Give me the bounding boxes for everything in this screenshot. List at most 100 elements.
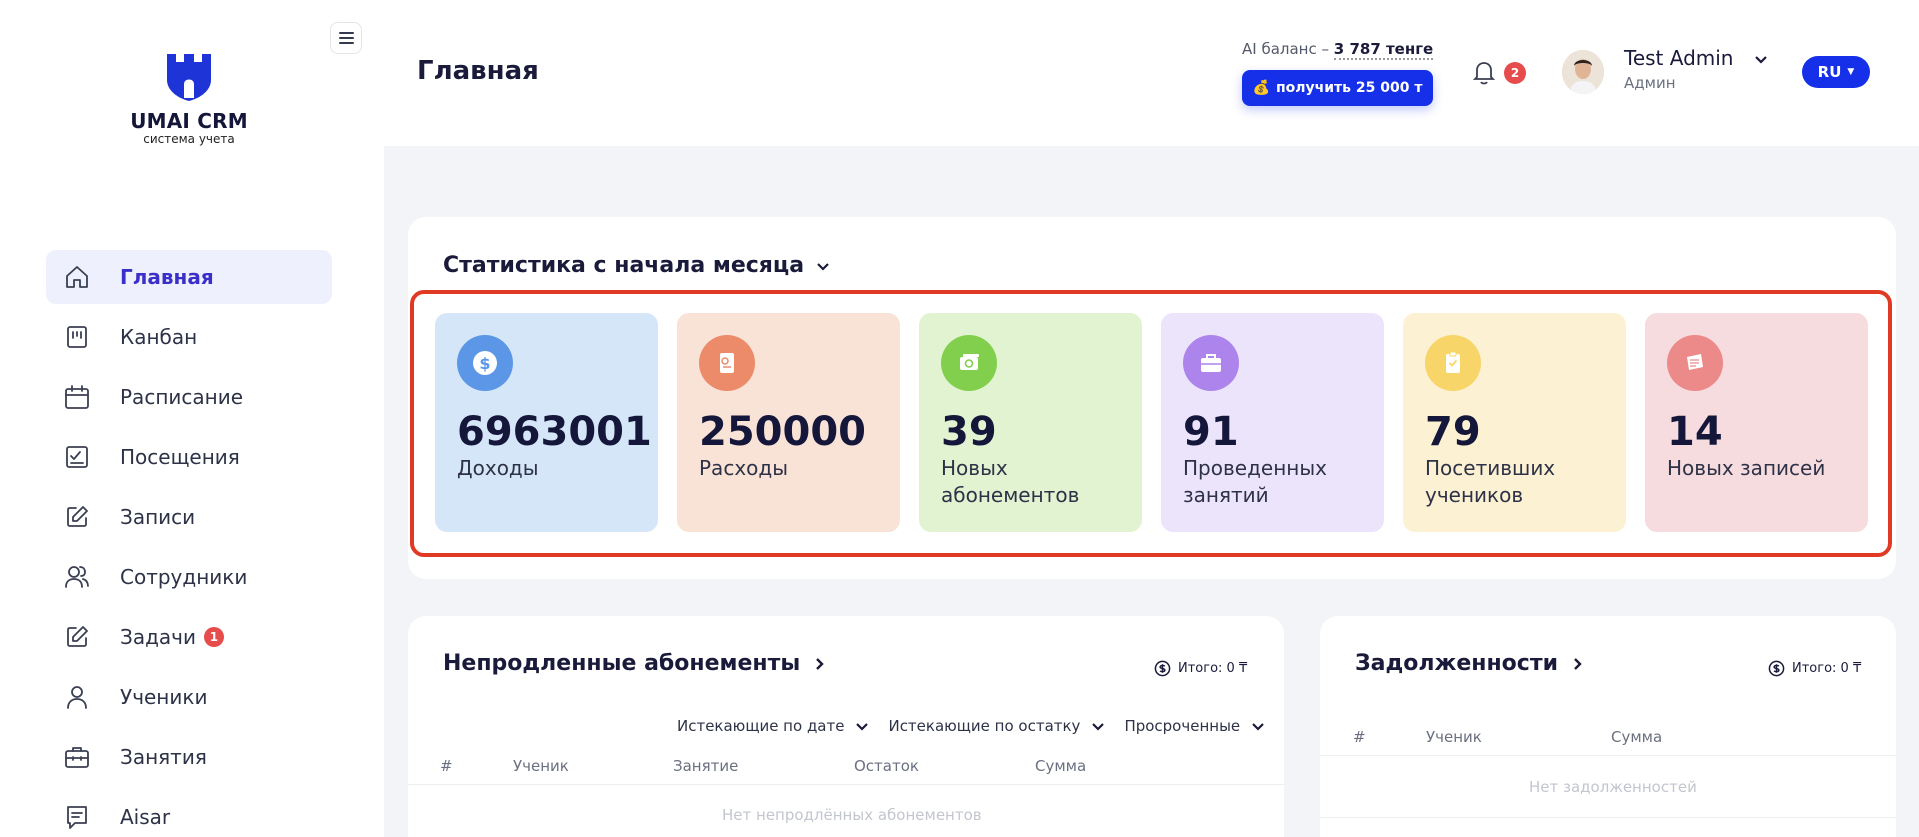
caret-down-icon: ▼: [1847, 67, 1855, 77]
stat-icon-circle: [941, 335, 997, 391]
receipt-icon: [720, 353, 734, 373]
logo-subtitle: система учета: [143, 132, 235, 146]
sidebar-item-tasks[interactable]: Задачи 1: [46, 610, 332, 664]
page-title: Главная: [417, 56, 539, 86]
stat-value: 79: [1425, 409, 1481, 455]
column-header: Остаток: [854, 757, 919, 775]
coin-icon: [1154, 660, 1171, 677]
rook-logo-icon: [167, 54, 211, 101]
sidebar-item-kanban[interactable]: Канбан: [46, 310, 332, 364]
money-icon: [960, 354, 979, 370]
stats-period-dropdown[interactable]: Статистика с начала месяца: [443, 253, 832, 278]
stat-tile-income[interactable]: $ 6963001 Доходы: [435, 313, 658, 532]
chevron-down-icon: [1252, 723, 1264, 731]
sidebar: UMAI CRM система учета Главная Канбан Ра…: [0, 0, 384, 837]
filter-label: Истекающие по остатку: [888, 717, 1081, 735]
sidebar-item-aisar[interactable]: Aisar: [46, 790, 332, 837]
sidebar-item-label: Сотрудники: [120, 565, 248, 589]
sidebar-item-home[interactable]: Главная: [46, 250, 332, 304]
column-header: Занятие: [673, 757, 739, 775]
stat-tile-expenses[interactable]: 250000 Расходы: [677, 313, 900, 532]
stat-label: Расходы: [699, 456, 789, 480]
debts-total: Итого: 0 ₸: [1768, 660, 1861, 677]
unrenewed-filters: Истекающие по дате Истекающие по остатку…: [677, 717, 1266, 735]
notifications-badge: 2: [1504, 62, 1526, 84]
get-bonus-button[interactable]: 💰 получить 25 000 т: [1242, 70, 1433, 106]
language-selector[interactable]: RU ▼: [1802, 56, 1870, 88]
stat-label: Посетивших учеников: [1425, 456, 1556, 507]
sidebar-item-classes[interactable]: Занятия: [46, 730, 332, 784]
sidebar-item-label: Посещения: [120, 445, 240, 469]
stat-value: 91: [1183, 409, 1239, 455]
sidebar-nav: Главная Канбан Расписание Посещения Запи…: [46, 250, 332, 837]
unrenewed-empty-state: Нет непродлённых абонементов: [722, 806, 982, 824]
stat-tile-new-records[interactable]: 14 Новых записей: [1645, 313, 1868, 532]
sidebar-item-schedule[interactable]: Расписание: [46, 370, 332, 424]
home-icon: [62, 262, 92, 292]
stat-label: Новых абонементов: [941, 456, 1080, 507]
ai-balance: AI баланс – 3 787 тенге: [1242, 40, 1434, 60]
logo-name: UMAI CRM: [130, 109, 248, 133]
sidebar-item-employees[interactable]: Сотрудники: [46, 550, 332, 604]
column-header: Ученик: [513, 757, 569, 775]
stat-tile-lessons-held[interactable]: 91 Проведенных занятий: [1161, 313, 1384, 532]
stat-value: 250000: [699, 409, 866, 455]
stat-value: 6963001: [457, 409, 652, 455]
sidebar-item-label: Главная: [120, 265, 214, 289]
filter-expiring-by-balance[interactable]: Истекающие по остатку: [888, 717, 1106, 735]
clipboard-icon: [1446, 351, 1460, 373]
chevron-down-icon: [1092, 723, 1105, 731]
sidebar-item-label: Расписание: [120, 385, 244, 409]
column-header: #: [440, 757, 453, 775]
stat-label: Проведенных занятий: [1183, 456, 1327, 507]
unrenewed-total: Итого: 0 ₸: [1154, 660, 1247, 677]
sidebar-item-students[interactable]: Ученики: [46, 670, 332, 724]
menu-toggle-button[interactable]: [330, 22, 362, 54]
table-divider: [1320, 755, 1896, 756]
edit-icon: [62, 502, 92, 532]
ai-balance-label: AI баланс –: [1242, 40, 1329, 58]
filter-label: Просроченные: [1124, 717, 1241, 735]
get-bonus-label: получить 25 000 т: [1275, 80, 1423, 96]
debts-total-label: Итого: 0 ₸: [1792, 661, 1862, 676]
debts-empty-state: Нет задолженностей: [1529, 778, 1697, 796]
user-photo-icon: [1562, 50, 1604, 94]
debts-title-link[interactable]: Задолженности: [1355, 651, 1586, 676]
stat-value: 14: [1667, 409, 1723, 455]
bell-icon: [1472, 62, 1496, 85]
column-header: Сумма: [1611, 728, 1663, 746]
user-role: Админ: [1624, 74, 1676, 92]
kanban-icon: [62, 322, 92, 352]
logo[interactable]: UMAI CRM система учета: [120, 52, 258, 146]
chevron-down-icon: [1755, 56, 1767, 64]
user-menu-chevron[interactable]: [1752, 50, 1770, 68]
filter-expiring-by-date[interactable]: Истекающие по дате: [677, 717, 870, 735]
table-divider: [1320, 817, 1896, 818]
sidebar-item-label: Aisar: [120, 805, 171, 829]
sidebar-item-label: Канбан: [120, 325, 198, 349]
notifications-button[interactable]: [1470, 58, 1498, 86]
stat-icon-circle: $: [457, 335, 513, 391]
stats-title: Статистика с начала месяца: [443, 253, 805, 278]
sidebar-item-label: Ученики: [120, 685, 208, 709]
sidebar-item-attendance[interactable]: Посещения: [46, 430, 332, 484]
calendar-icon: [62, 382, 92, 412]
language-label: RU: [1817, 63, 1842, 81]
stat-tile-visiting-students[interactable]: 79 Посетивших учеников: [1403, 313, 1626, 532]
filter-overdue[interactable]: Просроченные: [1124, 717, 1266, 735]
coin-icon: [1768, 660, 1785, 677]
stat-label: Новых записей: [1667, 456, 1826, 480]
chevron-right-icon: [816, 657, 824, 670]
chat-icon: [62, 802, 92, 832]
sidebar-item-records[interactable]: Записи: [46, 490, 332, 544]
unrenewed-title-link[interactable]: Непродленные абонементы: [443, 651, 828, 676]
briefcase-icon: [62, 742, 92, 772]
tasks-count-badge: 1: [203, 627, 224, 647]
chevron-right-icon: [1574, 657, 1582, 670]
user-icon: [62, 682, 92, 712]
user-name[interactable]: Test Admin: [1624, 46, 1733, 70]
ai-balance-value[interactable]: 3 787 тенге: [1333, 40, 1434, 60]
unrenewed-total-label: Итого: 0 ₸: [1178, 661, 1248, 676]
stat-tile-new-subscriptions[interactable]: 39 Новых абонементов: [919, 313, 1142, 532]
avatar[interactable]: [1562, 50, 1604, 94]
